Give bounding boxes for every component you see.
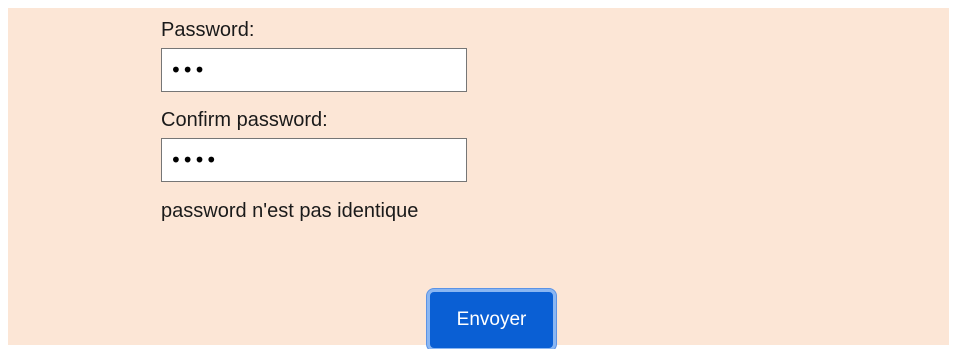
password-label: Password: [161,19,255,41]
submit-button[interactable]: Envoyer [427,289,556,349]
password-mismatch-message: password n'est pas identique [161,200,419,222]
password-input[interactable] [161,48,467,92]
confirm-password-label: Confirm password: [161,109,328,131]
confirm-password-input[interactable] [161,138,467,182]
page: Password: Confirm password: password n'e… [0,0,959,349]
signup-form: Password: Confirm password: password n'e… [8,8,949,349]
